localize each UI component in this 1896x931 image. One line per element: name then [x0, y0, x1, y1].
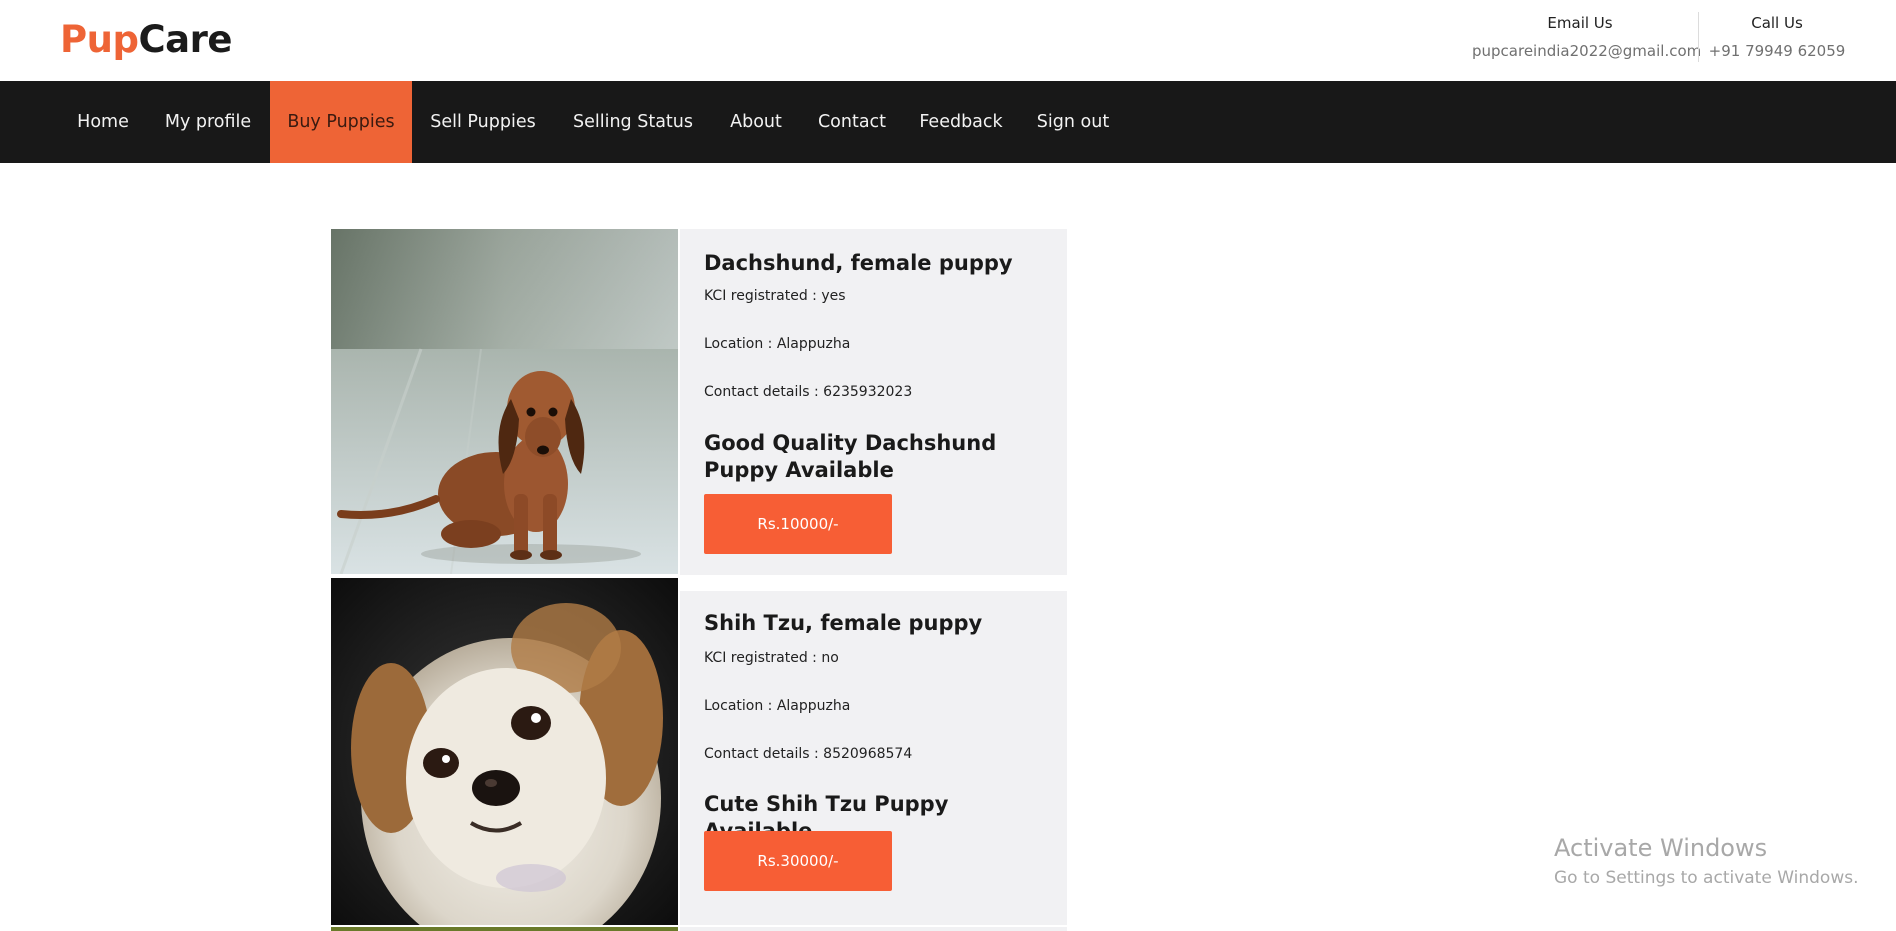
top-header: PupCare Email Us pupcareindia2022@gmail.…: [0, 0, 1896, 81]
email-value[interactable]: pupcareindia2022@gmail.com: [1472, 40, 1701, 62]
nav-about[interactable]: About: [712, 81, 800, 163]
listing-contact: Contact details : 6235932023: [704, 384, 913, 400]
shih-tzu-puppy-photo: [331, 578, 678, 925]
call-label: Call Us: [1751, 14, 1803, 32]
nav-sign-out[interactable]: Sign out: [1018, 81, 1128, 163]
watermark-title: Activate Windows: [1554, 834, 1768, 862]
price-button[interactable]: Rs.30000/-: [704, 831, 892, 891]
email-label: Email Us: [1547, 14, 1613, 32]
dachshund-photo-illustration: [331, 229, 678, 574]
kci-registration: KCI registrated : no: [704, 650, 839, 666]
call-contact: Call Us +91 79949 62059: [1704, 12, 1850, 62]
listing-location: Location : Alappuzha: [704, 698, 851, 714]
call-value[interactable]: +91 79949 62059: [1704, 40, 1850, 62]
kci-registration: KCI registrated : yes: [704, 288, 846, 304]
nav-selling-status[interactable]: Selling Status: [554, 81, 712, 163]
listing-title: Shih Tzu, female puppy: [704, 611, 983, 635]
listing-details: Shih Tzu, female puppy KCI registrated :…: [680, 591, 1067, 925]
listing-title: Dachshund, female puppy: [704, 251, 1013, 275]
listing-details: Dachshund, female puppy KCI registrated …: [680, 229, 1067, 575]
listing-contact: Contact details : 8520968574: [704, 746, 913, 762]
logo-part-care: Care: [138, 18, 232, 61]
watermark-subtitle: Go to Settings to activate Windows.: [1554, 868, 1859, 888]
email-contact: Email Us pupcareindia2022@gmail.com: [1472, 12, 1701, 62]
nav-feedback[interactable]: Feedback: [904, 81, 1018, 163]
nav-sell-puppies[interactable]: Sell Puppies: [412, 81, 554, 163]
next-listing-photo-edge: [331, 927, 678, 931]
nav-home[interactable]: Home: [60, 81, 146, 163]
nav-my-profile[interactable]: My profile: [146, 81, 270, 163]
header-divider: [1698, 12, 1699, 62]
nav-buy-puppies[interactable]: Buy Puppies: [270, 81, 412, 163]
dachshund-puppy-photo: [331, 229, 678, 574]
listing-location: Location : Alappuzha: [704, 336, 851, 352]
puppy-listing-card: Shih Tzu, female puppy KCI registrated :…: [331, 578, 1067, 925]
price-button[interactable]: Rs.10000/-: [704, 494, 892, 554]
shih-tzu-photo-illustration: [331, 578, 678, 925]
windows-activation-watermark: Activate Windows Go to Settings to activ…: [1554, 832, 1859, 890]
next-listing-details-edge: [680, 927, 1067, 931]
logo-part-pup: Pup: [60, 18, 139, 61]
listing-headline: Good Quality Dachshund Puppy Available: [704, 431, 997, 482]
nav-contact[interactable]: Contact: [800, 81, 904, 163]
puppy-listing-card: Dachshund, female puppy KCI registrated …: [331, 229, 1067, 575]
logo[interactable]: PupCare: [60, 18, 232, 62]
main-nav: Home My profile Buy Puppies Sell Puppies…: [0, 81, 1896, 163]
